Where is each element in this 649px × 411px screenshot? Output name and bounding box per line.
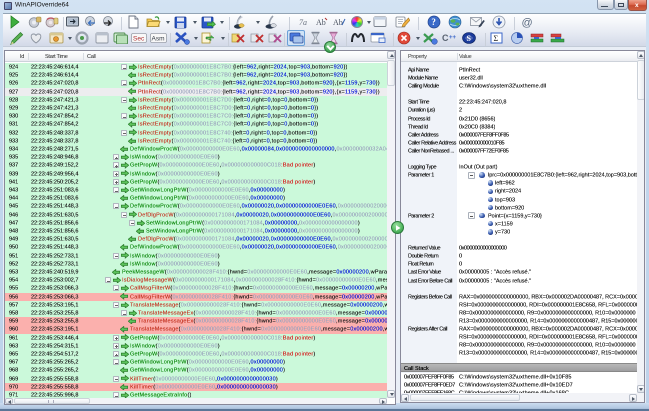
svg-text:Ab: Ab [333,18,343,27]
svg-text:?: ? [431,17,436,27]
svg-text:S: S [467,34,472,43]
svg-text:Ab: Ab [316,18,326,27]
svg-text:Σ: Σ [494,34,499,43]
svg-text:@: @ [522,17,533,29]
svg-text:Asm: Asm [152,35,165,42]
svg-text:Sec: Sec [133,35,145,42]
svg-text:C: C [442,33,449,43]
svg-text:++: ++ [449,35,457,41]
svg-text:7a: 7a [299,18,307,27]
